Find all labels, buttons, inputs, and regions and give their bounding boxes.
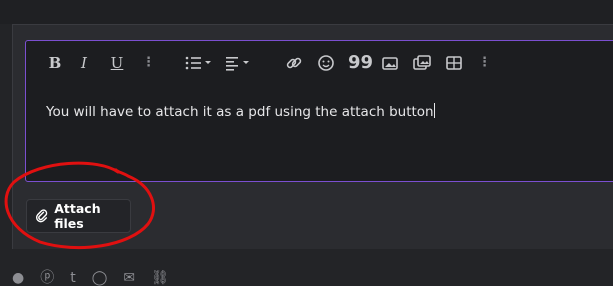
- quote-icon: 99: [348, 52, 374, 73]
- table-button[interactable]: [444, 53, 464, 73]
- emoji-button[interactable]: [316, 53, 336, 73]
- vertical-dots-icon[interactable]: ⋮: [142, 53, 155, 73]
- top-strip: [0, 0, 613, 24]
- text-caret: [433, 103, 435, 118]
- share-icons: ● ⓟ t ◯ ✉ ⛓: [12, 270, 169, 286]
- email-icon[interactable]: ✉: [123, 270, 135, 286]
- editor-content[interactable]: You will have to attach it as a pdf usin…: [46, 103, 435, 120]
- reddit-icon[interactable]: ●: [12, 270, 24, 286]
- smile-icon: [318, 55, 334, 71]
- pinterest-icon[interactable]: ⓟ: [40, 270, 54, 286]
- bold-button[interactable]: B: [48, 53, 62, 73]
- list-icon: [185, 56, 211, 70]
- link-icon[interactable]: ⛓: [151, 270, 169, 286]
- link-button[interactable]: [284, 53, 304, 73]
- media-icon: [413, 55, 431, 70]
- editor-text: You will have to attach it as a pdf usin…: [46, 104, 434, 120]
- editor-toolbar: B I U ⋮ 99 ⋮: [26, 41, 613, 85]
- link-icon: [286, 57, 302, 69]
- quote-button[interactable]: 99: [348, 53, 373, 73]
- align-icon: [226, 57, 249, 71]
- image-icon: [382, 57, 398, 70]
- list-button[interactable]: [184, 53, 214, 73]
- media-button[interactable]: [412, 53, 432, 73]
- vertical-dots-icon[interactable]: ⋮: [478, 53, 491, 73]
- align-button[interactable]: [224, 53, 254, 73]
- whatsapp-icon[interactable]: ◯: [92, 270, 108, 286]
- attach-files-label: Attach files: [54, 201, 101, 231]
- table-icon: [446, 56, 462, 70]
- attach-files-button[interactable]: Attach files: [26, 199, 131, 233]
- image-button[interactable]: [380, 53, 400, 73]
- paperclip-icon: [35, 209, 48, 223]
- tumblr-icon[interactable]: t: [70, 270, 76, 286]
- italic-button[interactable]: I: [78, 53, 90, 73]
- underline-button[interactable]: U: [110, 53, 124, 73]
